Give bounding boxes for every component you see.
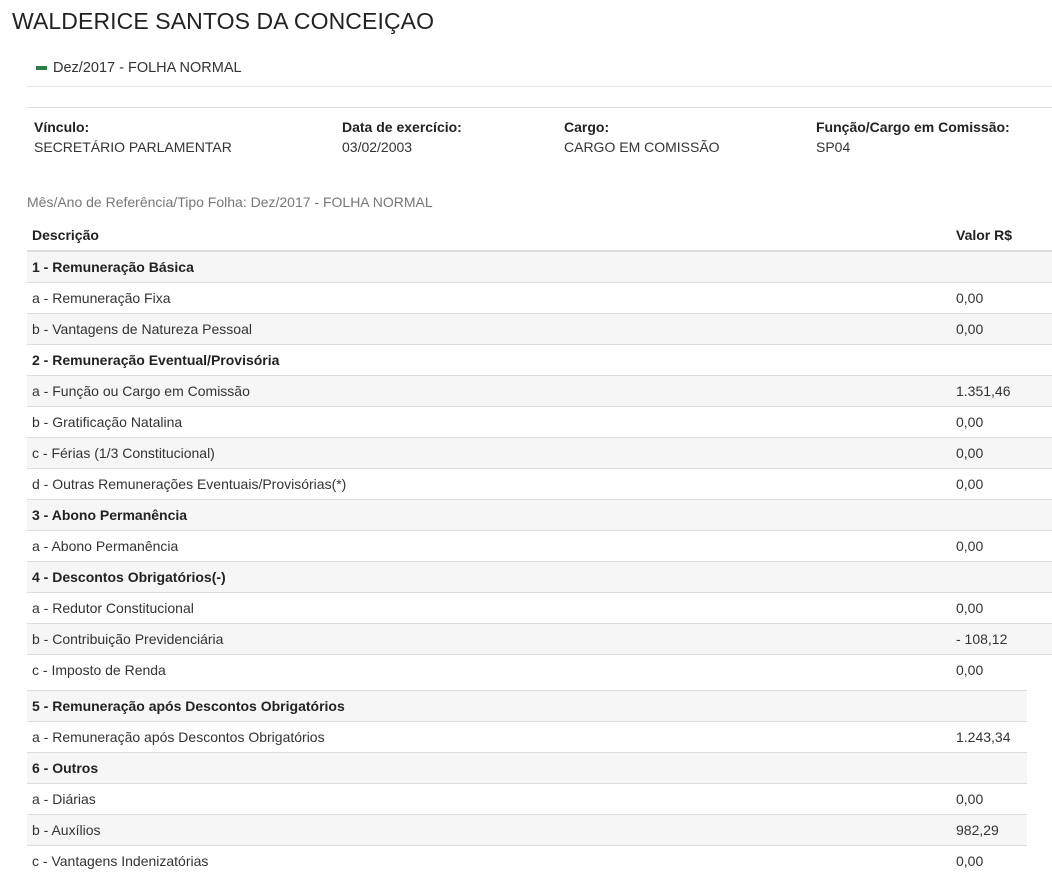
info-label: Função/Cargo em Comissão:: [816, 119, 1010, 135]
row-value: 982,29: [951, 814, 1027, 846]
info-value: SP04: [816, 139, 851, 155]
payroll-page: WALDERICE SANTOS DA CONCEIÇAO Dez/2017 -…: [0, 0, 1052, 884]
row-description: 1 - Remuneração Básica: [27, 250, 951, 283]
row-value: 0,00: [951, 468, 1052, 500]
row-description: b - Contribuição Previdenciária: [27, 623, 951, 655]
info-vinculo: Vínculo: SECRETÁRIO PARLAMENTAR: [34, 118, 232, 157]
section-row: 6 - Outros: [27, 752, 1027, 784]
row-description: b - Gratificação Natalina: [27, 406, 951, 438]
row-value: 0,00: [951, 313, 1052, 345]
row-value: 0,00: [951, 783, 1027, 815]
row-value: [951, 250, 1052, 283]
divider: [27, 86, 1052, 87]
info-value: SECRETÁRIO PARLAMENTAR: [34, 139, 232, 155]
info-value: CARGO EM COMISSÃO: [564, 139, 720, 155]
row-value: [951, 344, 1052, 376]
period-toggle[interactable]: Dez/2017 - FOLHA NORMAL: [36, 59, 242, 77]
column-header-description: Descrição: [27, 220, 951, 252]
row-value: 1.351,46: [951, 375, 1052, 407]
period-label[interactable]: Dez/2017 - FOLHA NORMAL: [53, 60, 242, 76]
row-description: d - Outras Remunerações Eventuais/Provis…: [27, 468, 951, 500]
section-row: 5 - Remuneração após Descontos Obrigatór…: [27, 690, 1027, 722]
employment-info: Vínculo: SECRETÁRIO PARLAMENTAR Data de …: [27, 107, 1052, 176]
row-value: - 108,12: [951, 623, 1052, 655]
row-value: 0,00: [951, 282, 1052, 314]
reference-line: Mês/Ano de Referência/Tipo Folha: Dez/20…: [27, 194, 433, 210]
row-description: c - Férias (1/3 Constitucional): [27, 437, 951, 469]
info-label: Vínculo:: [34, 119, 90, 135]
row-value: 0,00: [951, 530, 1052, 562]
row-description: 4 - Descontos Obrigatórios(-): [27, 561, 951, 593]
info-label: Data de exercício:: [342, 119, 462, 135]
info-value: 03/02/2003: [342, 139, 413, 155]
section-row: 4 - Descontos Obrigatórios(-): [27, 561, 1052, 593]
table-row: a - Função ou Cargo em Comissão 1.351,46: [27, 375, 1052, 407]
info-data-exercicio: Data de exercício: 03/02/2003: [342, 118, 462, 157]
table-row: b - Contribuição Previdenciária - 108,12: [27, 623, 1052, 655]
section-row: 1 - Remuneração Básica: [27, 250, 1052, 283]
row-description: 6 - Outros: [27, 752, 951, 784]
row-description: 2 - Remuneração Eventual/Provisória: [27, 344, 951, 376]
row-value: [951, 690, 1027, 722]
table-row: d - Outras Remunerações Eventuais/Provis…: [27, 468, 1052, 500]
table-row: a - Redutor Constitucional 0,00: [27, 592, 1052, 624]
collapse-minus-icon[interactable]: [36, 66, 47, 70]
info-label: Cargo:: [564, 119, 610, 135]
row-description: 3 - Abono Permanência: [27, 499, 951, 531]
info-funcao: Função/Cargo em Comissão: SP04: [816, 118, 1010, 157]
row-description: b - Auxílios: [27, 814, 951, 846]
person-name: WALDERICE SANTOS DA CONCEIÇAO: [12, 8, 435, 34]
row-description: a - Função ou Cargo em Comissão: [27, 375, 951, 407]
row-value: [951, 752, 1027, 784]
table-row: b - Vantagens de Natureza Pessoal 0,00: [27, 313, 1052, 345]
row-value: 0,00: [951, 437, 1052, 469]
payroll-table-continued: 5 - Remuneração após Descontos Obrigatór…: [27, 690, 1027, 876]
table-header-row: Descrição Valor R$: [27, 220, 1052, 252]
table-row: b - Gratificação Natalina 0,00: [27, 406, 1052, 438]
row-description: c - Vantagens Indenizatórias: [27, 845, 951, 876]
row-description: a - Remuneração Fixa: [27, 282, 951, 314]
section-row: 2 - Remuneração Eventual/Provisória: [27, 344, 1052, 376]
row-description: c - Imposto de Renda: [27, 654, 951, 685]
table-row: a - Remuneração após Descontos Obrigatór…: [27, 721, 1027, 753]
table-row: c - Férias (1/3 Constitucional) 0,00: [27, 437, 1052, 469]
table-row: c - Imposto de Renda 0,00: [27, 654, 1052, 685]
table-row: a - Remuneração Fixa 0,00: [27, 282, 1052, 314]
row-description: a - Remuneração após Descontos Obrigatór…: [27, 721, 951, 753]
table-row: b - Auxílios 982,29: [27, 814, 1027, 846]
row-value: 1.243,34: [951, 721, 1027, 753]
column-header-value: Valor R$: [951, 220, 1052, 252]
row-value: [951, 561, 1052, 593]
row-description: b - Vantagens de Natureza Pessoal: [27, 313, 951, 345]
section-row: 3 - Abono Permanência: [27, 499, 1052, 531]
payroll-table: Descrição Valor R$ 1 - Remuneração Básic…: [27, 220, 1052, 685]
row-value: 0,00: [951, 406, 1052, 438]
row-description: a - Abono Permanência: [27, 530, 951, 562]
row-value: 0,00: [951, 592, 1052, 624]
row-value: 0,00: [951, 845, 1027, 876]
table-row: c - Vantagens Indenizatórias 0,00: [27, 845, 1027, 876]
table-row: a - Diárias 0,00: [27, 783, 1027, 815]
row-description: 5 - Remuneração após Descontos Obrigatór…: [27, 690, 951, 722]
table-row: a - Abono Permanência 0,00: [27, 530, 1052, 562]
row-value: [951, 499, 1052, 531]
row-value: 0,00: [951, 654, 1052, 685]
row-description: a - Redutor Constitucional: [27, 592, 951, 624]
info-cargo: Cargo: CARGO EM COMISSÃO: [564, 118, 720, 157]
row-description: a - Diárias: [27, 783, 951, 815]
